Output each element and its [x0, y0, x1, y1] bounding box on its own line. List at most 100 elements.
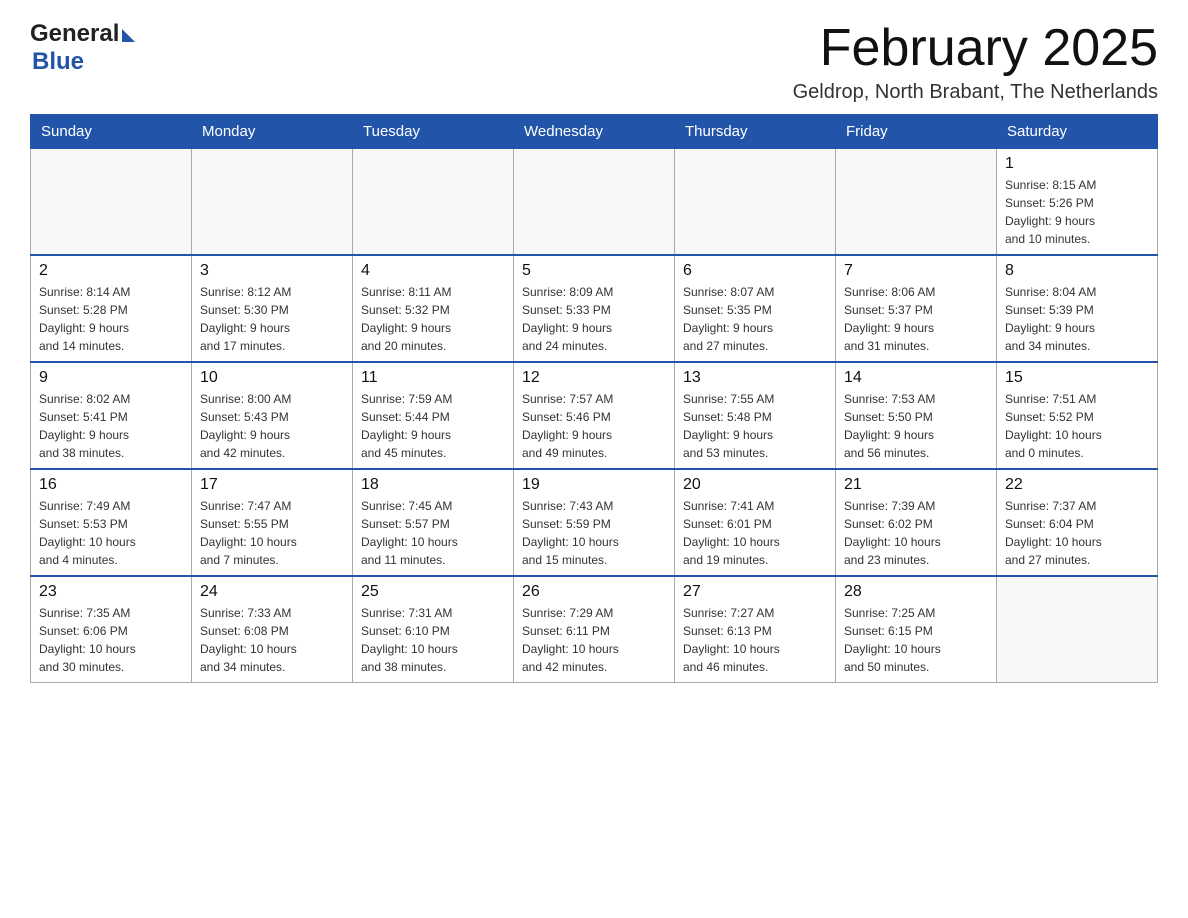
day-number: 14	[844, 369, 988, 387]
calendar-cell: 24 Sunrise: 7:33 AM Sunset: 6:08 PM Dayli…	[192, 576, 353, 683]
day-number: 2	[39, 262, 183, 280]
calendar-week-row-5: 23 Sunrise: 7:35 AM Sunset: 6:06 PM Dayli…	[31, 576, 1158, 683]
weekday-header-wednesday: Wednesday	[514, 115, 675, 149]
calendar-cell	[192, 149, 353, 256]
day-info: Sunrise: 8:02 AM Sunset: 5:41 PM Dayligh…	[39, 390, 183, 462]
day-info: Sunrise: 7:33 AM Sunset: 6:08 PM Dayligh…	[200, 604, 344, 676]
day-number: 3	[200, 262, 344, 280]
day-info: Sunrise: 7:43 AM Sunset: 5:59 PM Dayligh…	[522, 497, 666, 569]
calendar-week-row-3: 9 Sunrise: 8:02 AM Sunset: 5:41 PM Daylig…	[31, 362, 1158, 469]
day-info: Sunrise: 7:39 AM Sunset: 6:02 PM Dayligh…	[844, 497, 988, 569]
calendar-cell: 3 Sunrise: 8:12 AM Sunset: 5:30 PM Daylig…	[192, 255, 353, 362]
day-info: Sunrise: 7:35 AM Sunset: 6:06 PM Dayligh…	[39, 604, 183, 676]
title-section: February 2025 Geldrop, North Brabant, Th…	[793, 20, 1158, 104]
calendar-cell: 17 Sunrise: 7:47 AM Sunset: 5:55 PM Dayli…	[192, 469, 353, 576]
calendar-cell: 16Sunrise: 7:49 AM Sunset: 5:53 PM Dayli…	[31, 469, 192, 576]
calendar-cell: 26 Sunrise: 7:29 AM Sunset: 6:11 PM Dayli…	[514, 576, 675, 683]
day-number: 21	[844, 476, 988, 494]
calendar-cell: 28 Sunrise: 7:25 AM Sunset: 6:15 PM Dayli…	[836, 576, 997, 683]
day-number: 24	[200, 583, 344, 601]
location-label: Geldrop, North Brabant, The Netherlands	[793, 81, 1158, 104]
calendar-cell: 12 Sunrise: 7:57 AM Sunset: 5:46 PM Dayli…	[514, 362, 675, 469]
day-info: Sunrise: 8:14 AM Sunset: 5:28 PM Dayligh…	[39, 283, 183, 355]
day-number: 6	[683, 262, 827, 280]
day-number: 5	[522, 262, 666, 280]
day-number: 28	[844, 583, 988, 601]
calendar-cell: 9 Sunrise: 8:02 AM Sunset: 5:41 PM Daylig…	[31, 362, 192, 469]
day-info: Sunrise: 7:25 AM Sunset: 6:15 PM Dayligh…	[844, 604, 988, 676]
day-number: 10	[200, 369, 344, 387]
day-number: 26	[522, 583, 666, 601]
calendar-cell: 21 Sunrise: 7:39 AM Sunset: 6:02 PM Dayli…	[836, 469, 997, 576]
weekday-header-monday: Monday	[192, 115, 353, 149]
day-info: Sunrise: 8:15 AM Sunset: 5:26 PM Dayligh…	[1005, 176, 1149, 248]
calendar-cell: 8 Sunrise: 8:04 AM Sunset: 5:39 PM Daylig…	[997, 255, 1158, 362]
calendar-cell	[31, 149, 192, 256]
calendar-week-row-4: 16Sunrise: 7:49 AM Sunset: 5:53 PM Dayli…	[31, 469, 1158, 576]
page-header: General Blue February 2025 Geldrop, Nort…	[30, 20, 1158, 104]
day-number: 7	[844, 262, 988, 280]
day-number: 19	[522, 476, 666, 494]
logo: General Blue	[30, 20, 135, 76]
day-number: 20	[683, 476, 827, 494]
day-number: 13	[683, 369, 827, 387]
day-info: Sunrise: 7:53 AM Sunset: 5:50 PM Dayligh…	[844, 390, 988, 462]
calendar-cell	[997, 576, 1158, 683]
day-number: 1	[1005, 155, 1149, 173]
calendar-cell: 1 Sunrise: 8:15 AM Sunset: 5:26 PM Daylig…	[997, 149, 1158, 256]
day-info: Sunrise: 8:09 AM Sunset: 5:33 PM Dayligh…	[522, 283, 666, 355]
calendar-cell	[675, 149, 836, 256]
day-number: 9	[39, 369, 183, 387]
calendar-cell	[514, 149, 675, 256]
day-info: Sunrise: 7:29 AM Sunset: 6:11 PM Dayligh…	[522, 604, 666, 676]
logo-triangle-icon	[122, 29, 135, 42]
day-number: 15	[1005, 369, 1149, 387]
day-info: Sunrise: 7:45 AM Sunset: 5:57 PM Dayligh…	[361, 497, 505, 569]
calendar-cell: 27 Sunrise: 7:27 AM Sunset: 6:13 PM Dayli…	[675, 576, 836, 683]
calendar-table: SundayMondayTuesdayWednesdayThursdayFrid…	[30, 114, 1158, 683]
weekday-header-sunday: Sunday	[31, 115, 192, 149]
day-number: 8	[1005, 262, 1149, 280]
day-info: Sunrise: 7:31 AM Sunset: 6:10 PM Dayligh…	[361, 604, 505, 676]
weekday-header-thursday: Thursday	[675, 115, 836, 149]
day-number: 22	[1005, 476, 1149, 494]
day-info: Sunrise: 8:11 AM Sunset: 5:32 PM Dayligh…	[361, 283, 505, 355]
day-info: Sunrise: 7:59 AM Sunset: 5:44 PM Dayligh…	[361, 390, 505, 462]
weekday-header-row: SundayMondayTuesdayWednesdayThursdayFrid…	[31, 115, 1158, 149]
day-info: Sunrise: 7:37 AM Sunset: 6:04 PM Dayligh…	[1005, 497, 1149, 569]
day-number: 23	[39, 583, 183, 601]
calendar-cell: 5 Sunrise: 8:09 AM Sunset: 5:33 PM Daylig…	[514, 255, 675, 362]
day-number: 16	[39, 476, 183, 494]
day-info: Sunrise: 8:04 AM Sunset: 5:39 PM Dayligh…	[1005, 283, 1149, 355]
day-number: 11	[361, 369, 505, 387]
day-info: Sunrise: 8:07 AM Sunset: 5:35 PM Dayligh…	[683, 283, 827, 355]
calendar-week-row-1: 1 Sunrise: 8:15 AM Sunset: 5:26 PM Daylig…	[31, 149, 1158, 256]
calendar-cell: 6 Sunrise: 8:07 AM Sunset: 5:35 PM Daylig…	[675, 255, 836, 362]
calendar-cell: 25 Sunrise: 7:31 AM Sunset: 6:10 PM Dayli…	[353, 576, 514, 683]
day-number: 27	[683, 583, 827, 601]
day-info: Sunrise: 8:12 AM Sunset: 5:30 PM Dayligh…	[200, 283, 344, 355]
calendar-cell: 20 Sunrise: 7:41 AM Sunset: 6:01 PM Dayli…	[675, 469, 836, 576]
day-info: Sunrise: 7:27 AM Sunset: 6:13 PM Dayligh…	[683, 604, 827, 676]
day-number: 18	[361, 476, 505, 494]
logo-blue-text: Blue	[32, 48, 84, 76]
calendar-cell: 23 Sunrise: 7:35 AM Sunset: 6:06 PM Dayli…	[31, 576, 192, 683]
day-info: Sunrise: 8:06 AM Sunset: 5:37 PM Dayligh…	[844, 283, 988, 355]
day-info: Sunrise: 7:57 AM Sunset: 5:46 PM Dayligh…	[522, 390, 666, 462]
day-info: Sunrise: 7:41 AM Sunset: 6:01 PM Dayligh…	[683, 497, 827, 569]
day-info: Sunrise: 8:00 AM Sunset: 5:43 PM Dayligh…	[200, 390, 344, 462]
day-number: 12	[522, 369, 666, 387]
day-number: 17	[200, 476, 344, 494]
day-info: Sunrise: 7:47 AM Sunset: 5:55 PM Dayligh…	[200, 497, 344, 569]
month-title: February 2025	[793, 20, 1158, 77]
calendar-cell	[353, 149, 514, 256]
calendar-cell: 2 Sunrise: 8:14 AM Sunset: 5:28 PM Daylig…	[31, 255, 192, 362]
calendar-cell: 19 Sunrise: 7:43 AM Sunset: 5:59 PM Dayli…	[514, 469, 675, 576]
day-info: Sunrise: 7:51 AM Sunset: 5:52 PM Dayligh…	[1005, 390, 1149, 462]
day-number: 4	[361, 262, 505, 280]
calendar-cell: 11 Sunrise: 7:59 AM Sunset: 5:44 PM Dayli…	[353, 362, 514, 469]
day-number: 25	[361, 583, 505, 601]
calendar-cell: 13Sunrise: 7:55 AM Sunset: 5:48 PM Dayli…	[675, 362, 836, 469]
logo-general-text: General	[30, 20, 119, 48]
weekday-header-tuesday: Tuesday	[353, 115, 514, 149]
